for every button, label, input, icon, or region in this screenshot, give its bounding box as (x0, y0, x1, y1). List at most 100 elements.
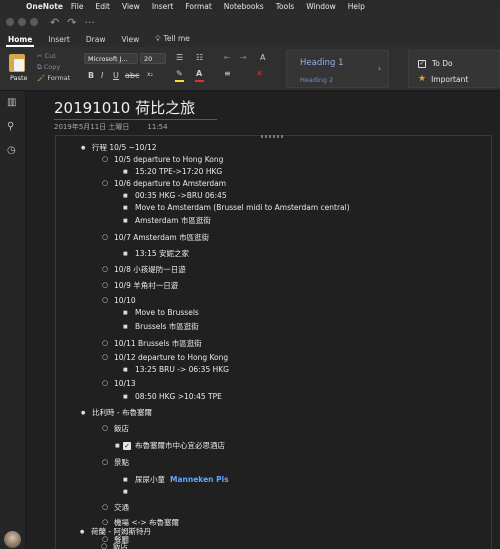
menu-help[interactable]: Help (348, 2, 365, 11)
list-item[interactable]: Move to Brussels (123, 308, 199, 318)
manneken-pis-link[interactable]: Manneken Pis (170, 475, 229, 484)
clear-format-icon[interactable]: ✕ (256, 69, 263, 78)
styles-gallery[interactable]: Heading 1 Heading 2 (286, 50, 389, 88)
list-item[interactable]: 08:50 HKG >10:45 TPE (123, 392, 222, 402)
italic-icon[interactable]: I (101, 71, 103, 80)
tab-view[interactable]: View (113, 35, 147, 47)
list-item[interactable]: 10/6 departure to Amsterdam (102, 178, 226, 189)
indent-icon[interactable]: ⇥ (240, 53, 247, 62)
list-item-label: 布魯塞爾市中心宜必思酒店 (135, 441, 225, 450)
zoom-window-button[interactable] (30, 18, 38, 26)
tags-gallery[interactable]: ✓ To Do ★ Important (408, 50, 500, 88)
bullets-icon[interactable]: ☰ (176, 53, 183, 62)
chevron-right-icon[interactable]: › (378, 64, 381, 73)
style-heading-1[interactable]: Heading 1 (300, 58, 343, 68)
copy-button[interactable]: ⧉ Copy (37, 63, 60, 72)
font-name-select[interactable]: Microsoft J... (84, 53, 138, 64)
list-item[interactable]: Amsterdam 市區逛街 (123, 216, 211, 226)
list-item[interactable]: 10/10 (102, 295, 135, 306)
tag-important[interactable]: ★ Important (418, 74, 468, 84)
search-icon[interactable]: ⚲ (7, 121, 14, 132)
list-item[interactable]: Brussels 市區逛街 (123, 322, 199, 332)
tab-draw[interactable]: Draw (78, 35, 114, 47)
menu-format[interactable]: Format (185, 2, 211, 11)
list-item-todo[interactable]: ■ ✓ 布魯塞爾市中心宜必思酒店 (115, 441, 225, 451)
page-canvas[interactable]: 20191010 荷比之旅 2019年5月11日 土曜日 11:54 行程 10/… (26, 91, 500, 549)
style-painter-icon[interactable]: A (260, 53, 265, 62)
menu-insert[interactable]: Insert (152, 2, 174, 11)
menu-notebooks[interactable]: Notebooks (224, 2, 264, 11)
paste-button[interactable]: Paste (10, 74, 28, 82)
notebooks-icon[interactable]: ▥ (7, 97, 16, 108)
list-item[interactable]: 飯店 (101, 541, 128, 549)
list-item[interactable]: 比利時 - 布魯塞爾 (81, 408, 152, 418)
list-item[interactable]: 荷蘭 - 阿姆斯特丹 (80, 527, 151, 537)
brush-icon: 🖌︎ (37, 74, 46, 82)
menu-edit[interactable]: Edit (95, 2, 110, 11)
list-item[interactable]: 10/5 departure to Hong Kong (102, 154, 223, 165)
page-date: 2019年5月11日 土曜日 (54, 123, 130, 131)
list-item[interactable]: 10/13 (102, 378, 135, 389)
container-handle[interactable] (261, 135, 285, 138)
note-container[interactable]: 行程 10/5 ~10/12 10/5 departure to Hong Ko… (55, 135, 492, 549)
list-item-label: 尿尿小童 (135, 475, 165, 484)
list-item[interactable]: 交通 (102, 502, 129, 513)
redo-icon[interactable]: ↷ (67, 16, 76, 29)
list-item[interactable]: 飯店 (102, 423, 129, 434)
close-window-button[interactable] (6, 18, 14, 26)
scissors-icon: ✂ (37, 52, 43, 60)
font-color-bar (195, 80, 204, 82)
bullet-icon: ■ (115, 443, 120, 449)
align-icon[interactable]: ≡ (224, 69, 231, 78)
page-title[interactable]: 20191010 荷比之旅 (54, 97, 195, 118)
underline-icon[interactable]: U (113, 71, 119, 80)
style-heading-2[interactable]: Heading 2 (300, 76, 333, 84)
highlight-icon[interactable]: ✎ (176, 69, 183, 78)
tell-me[interactable]: 💡︎ Tell me (147, 34, 198, 47)
tell-me-label: Tell me (163, 34, 190, 43)
list-item[interactable]: 13:25 BRU -> 06:35 HKG (123, 365, 229, 375)
todo-checkbox[interactable]: ✓ (123, 442, 131, 450)
menu-view[interactable]: View (122, 2, 140, 11)
format-painter-button[interactable]: 🖌︎ Format (37, 74, 70, 82)
title-bar: ↶ ↷ ··· (0, 12, 500, 32)
list-item[interactable]: 行程 10/5 ~10/12 (81, 143, 156, 153)
list-item[interactable]: 10/8 小孩堤防一日遊 (102, 264, 186, 275)
list-item[interactable]: 尿尿小童 Manneken Pis (123, 475, 229, 485)
list-item[interactable]: 13:15 安妮之家 (123, 249, 189, 259)
ribbon-tabs: Home Insert Draw View 💡︎ Tell me (0, 32, 500, 47)
list-item[interactable]: 10/11 Brussels 市區逛街 (102, 338, 202, 349)
font-size-select[interactable]: 20 (140, 53, 166, 64)
menu-file[interactable]: File (71, 2, 84, 11)
list-item[interactable]: 10/9 羊角村一日遊 (102, 280, 178, 291)
more-icon[interactable]: ··· (84, 16, 95, 29)
avatar[interactable] (4, 531, 21, 548)
menu-window[interactable]: Window (306, 2, 336, 11)
cut-button[interactable]: ✂ Cut (37, 52, 56, 60)
app-menu[interactable]: OneNote (26, 2, 63, 11)
subscript-icon[interactable]: x₂ (147, 71, 153, 78)
recent-notes-icon[interactable]: ◷ (7, 145, 16, 156)
menu-tools[interactable]: Tools (276, 2, 294, 11)
copy-icon: ⧉ (37, 63, 42, 71)
list-item[interactable]: 景點 (102, 457, 129, 468)
bold-icon[interactable]: B (88, 71, 94, 80)
list-item[interactable]: 15:20 TPE->17:20 HKG (123, 167, 222, 177)
font-color-icon[interactable]: A (196, 69, 202, 78)
tab-insert[interactable]: Insert (40, 35, 78, 47)
list-item[interactable]: 00:35 HKG ->BRU 06:45 (123, 191, 227, 201)
strikethrough-icon[interactable]: abc (125, 71, 139, 80)
lightbulb-icon: 💡︎ (155, 34, 161, 43)
copy-label: Copy (43, 63, 61, 71)
tag-todo[interactable]: ✓ To Do (418, 59, 453, 68)
list-item[interactable]: Move to Amsterdam (Brussel midi to Amste… (123, 203, 350, 213)
list-item[interactable]: 10/7 Amsterdam 市區逛街 (102, 232, 209, 243)
paste-icon[interactable] (9, 54, 25, 72)
minimize-window-button[interactable] (18, 18, 26, 26)
list-item[interactable]: 10/12 departure to Hong Kong (102, 352, 228, 363)
highlight-color-bar (175, 80, 184, 82)
outdent-icon[interactable]: ⇤ (224, 53, 231, 62)
tab-home[interactable]: Home (0, 35, 40, 47)
undo-icon[interactable]: ↶ (50, 16, 59, 29)
numbering-icon[interactable]: ☷ (196, 53, 203, 62)
